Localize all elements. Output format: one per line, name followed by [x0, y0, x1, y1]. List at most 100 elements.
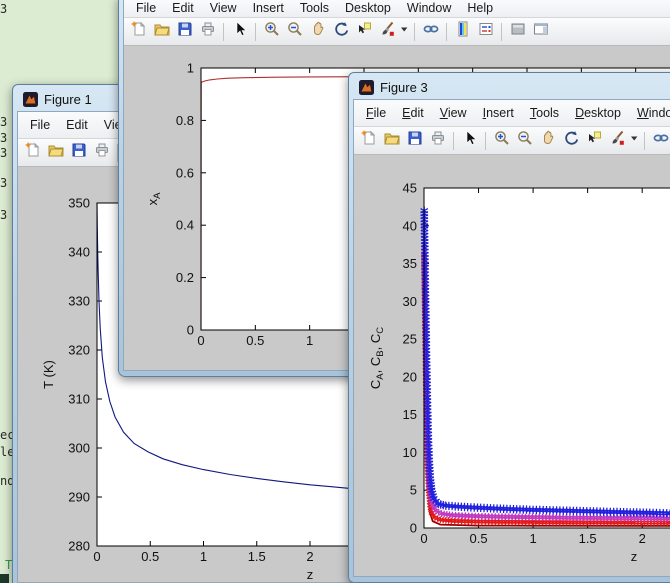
zoom-in-button[interactable]	[491, 130, 512, 151]
hide-plot-tools-button[interactable]	[507, 21, 528, 42]
zoom-in-button[interactable]	[261, 21, 282, 42]
figure3-menubar: FileEditViewInsertToolsDesktopWindow	[354, 100, 670, 127]
rotate-3d-icon	[563, 130, 579, 151]
menu-item-insert[interactable]: Insert	[475, 104, 522, 122]
menu-item-insert[interactable]: Insert	[245, 0, 292, 17]
caret-down-button[interactable]	[629, 130, 639, 151]
pan-hand-icon	[310, 21, 326, 42]
menu-item-edit[interactable]: Edit	[394, 104, 432, 122]
toolbar-separator	[255, 22, 256, 41]
editor-text-fragment: 3	[0, 131, 8, 145]
save-floppy-button[interactable]	[174, 21, 195, 42]
arrow-pointer-button[interactable]	[459, 130, 480, 151]
figure2-menubar: File Edit View Insert Tools Desktop Window Help	[124, 0, 670, 18]
new-document-icon	[360, 130, 377, 151]
menu-item-desktop[interactable]: Desktop	[337, 0, 399, 17]
open-folder-button[interactable]	[45, 142, 66, 163]
new-document-button[interactable]	[22, 142, 43, 163]
insert-colorbar-button[interactable]	[452, 21, 473, 42]
link-plot-icon	[423, 21, 439, 42]
link-plot-button[interactable]	[420, 21, 441, 42]
menu-item-help[interactable]: Help	[459, 0, 501, 17]
data-cursor-icon	[586, 130, 602, 151]
open-folder-button[interactable]	[381, 130, 402, 151]
editor-bottom-corner	[0, 574, 9, 583]
editor-text-fragment: 3	[0, 2, 8, 16]
caret-down-icon	[400, 21, 409, 42]
link-plot-button[interactable]	[650, 130, 670, 151]
data-cursor-button[interactable]	[353, 21, 374, 42]
figure1-title: Figure 1	[44, 91, 92, 107]
link-plot-icon	[653, 130, 669, 151]
toolbar-separator	[446, 22, 447, 41]
zoom-out-button[interactable]	[284, 21, 305, 42]
rotate-3d-button[interactable]	[560, 130, 581, 151]
rotate-3d-icon	[333, 21, 349, 42]
show-plot-tools-button[interactable]	[530, 21, 551, 42]
menu-item-file[interactable]: File	[358, 104, 394, 122]
open-folder-icon	[47, 142, 64, 163]
save-floppy-icon	[71, 142, 87, 163]
menu-item-file[interactable]: File	[22, 116, 58, 134]
menu-item-view[interactable]: View	[432, 104, 475, 122]
print-button[interactable]	[427, 130, 448, 151]
toolbar-separator	[223, 22, 224, 41]
save-floppy-icon	[407, 130, 423, 151]
menu-item-window[interactable]: Window	[629, 104, 670, 122]
data-cursor-button[interactable]	[583, 130, 604, 151]
open-folder-button[interactable]	[151, 21, 172, 42]
toolbar-separator	[501, 22, 502, 41]
open-folder-icon	[153, 21, 170, 42]
editor-text-fragment: 3	[0, 146, 8, 160]
brush-button[interactable]	[606, 130, 627, 151]
menu-item-tools[interactable]: Tools	[292, 0, 337, 17]
editor-text-fragment: 3	[0, 176, 8, 190]
hide-plot-tools-icon	[510, 21, 526, 42]
show-plot-tools-icon	[533, 21, 549, 42]
arrow-pointer-icon	[462, 130, 478, 151]
print-button[interactable]	[91, 142, 112, 163]
editor-text-fragment: 3	[0, 208, 8, 222]
figure2-toolbar	[124, 18, 670, 46]
figure3-title: Figure 3	[380, 79, 428, 95]
rotate-3d-button[interactable]	[330, 21, 351, 42]
menu-item-file[interactable]: File	[128, 0, 164, 17]
figure3-window: Figure 3 File Edit View Insert Tools Desktop W…	[348, 72, 670, 583]
brush-button[interactable]	[376, 21, 397, 42]
zoom-out-icon	[517, 130, 533, 151]
matlab-logo-icon	[23, 91, 38, 107]
menu-item-edit[interactable]: Edit	[58, 116, 96, 134]
open-folder-icon	[383, 130, 400, 151]
arrow-pointer-icon	[232, 21, 248, 42]
save-floppy-button[interactable]	[404, 130, 425, 151]
print-icon	[200, 21, 216, 42]
new-document-button[interactable]	[128, 21, 149, 42]
caret-down-button[interactable]	[399, 21, 409, 42]
save-floppy-button[interactable]	[68, 142, 89, 163]
zoom-out-icon	[287, 21, 303, 42]
menu-item-edit[interactable]: Edit	[164, 0, 202, 17]
zoom-in-icon	[264, 21, 280, 42]
print-button[interactable]	[197, 21, 218, 42]
print-icon	[94, 142, 110, 163]
menu-item-tools[interactable]: Tools	[522, 104, 567, 122]
pan-hand-button[interactable]	[537, 130, 558, 151]
new-document-button[interactable]	[358, 130, 379, 151]
print-icon	[430, 130, 446, 151]
zoom-in-icon	[494, 130, 510, 151]
figure3-toolbar	[354, 127, 670, 155]
insert-legend-icon	[478, 21, 494, 42]
matlab-logo-icon	[359, 79, 374, 95]
menu-item-window[interactable]: Window	[399, 0, 459, 17]
menu-item-view[interactable]: View	[202, 0, 245, 17]
menu-item-desktop[interactable]: Desktop	[567, 104, 629, 122]
new-document-icon	[130, 21, 147, 42]
pan-hand-button[interactable]	[307, 21, 328, 42]
zoom-out-button[interactable]	[514, 130, 535, 151]
desktop: 333333ectlerndT Figure 1 FileEditView 00…	[0, 0, 670, 583]
toolbar-separator	[414, 22, 415, 41]
insert-legend-button[interactable]	[475, 21, 496, 42]
arrow-pointer-button[interactable]	[229, 21, 250, 42]
caret-down-icon	[630, 130, 639, 151]
figure3-titlebar[interactable]: Figure 3	[353, 75, 670, 99]
